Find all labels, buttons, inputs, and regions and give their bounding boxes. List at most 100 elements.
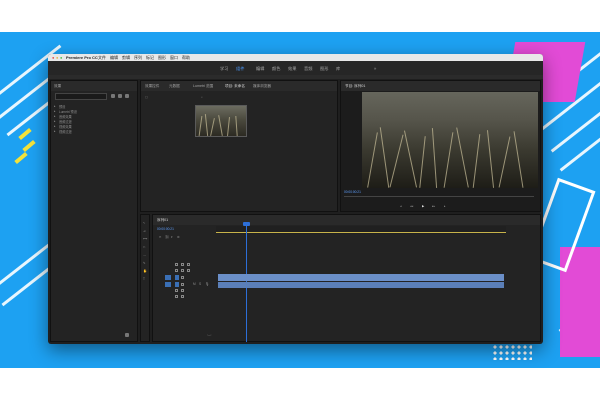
pen-tool-icon[interactable]: ✎ <box>143 261 146 265</box>
tools-panel: ↖ ⇥ ⟷ ✂ ↔ ✎ ✋ T <box>140 214 150 342</box>
voice-over-icon[interactable]: 🎙 <box>205 282 209 286</box>
folder-icon: ▸ <box>54 124 56 128</box>
project-panel-header: 效果控件 元数据 Lumetri 范围 项目: 未命名 媒体浏览器 <box>141 81 337 91</box>
tab-learn[interactable]: 学习 <box>220 66 228 72</box>
effects-panel-header: 效果 <box>51 81 137 91</box>
type-tool-icon[interactable]: T <box>143 277 145 281</box>
track-sync-icon[interactable] <box>187 263 190 266</box>
tab-effects[interactable]: 效果 <box>288 66 296 72</box>
tab-metadata[interactable]: 元数据 <box>169 84 180 89</box>
video-clip-v1[interactable] <box>218 274 504 281</box>
new-item-icon[interactable] <box>118 94 122 98</box>
hand-tool-icon[interactable]: ✋ <box>143 269 147 273</box>
tab-effect-controls[interactable]: 效果控件 <box>145 84 159 89</box>
timeline-settings-icon[interactable]: ⚙ <box>177 235 180 239</box>
playhead-handle[interactable] <box>243 222 250 226</box>
slip-tool-icon[interactable]: ↔ <box>143 253 146 257</box>
zoom-dot-icon[interactable]: ● <box>60 55 62 60</box>
tab-sequence[interactable]: 序列01 <box>157 218 168 223</box>
tab-libraries[interactable]: 库 <box>336 66 340 72</box>
track-target-icon[interactable] <box>175 263 178 266</box>
track-lock-icon[interactable] <box>181 276 184 279</box>
a1-source-patch[interactable] <box>165 282 171 287</box>
grass-blade-icon <box>367 132 378 188</box>
project-path-label: ▢ <box>145 95 149 99</box>
effects-search-input[interactable] <box>55 93 107 100</box>
linked-selection-icon[interactable]: ⛓ <box>165 235 169 239</box>
razor-tool-icon[interactable]: ✂ <box>143 245 146 249</box>
tab-editing[interactable]: 编辑 <box>256 66 264 72</box>
grass-blade-icon <box>379 127 390 188</box>
track-target-icon[interactable] <box>175 295 178 298</box>
grass-blade-icon <box>472 134 481 188</box>
grass-blade-icon <box>431 128 438 188</box>
track-lock-icon[interactable] <box>181 263 184 266</box>
step-back-icon[interactable]: ◂◂ <box>410 204 413 208</box>
panel-menu-icon[interactable] <box>125 333 129 337</box>
tab-program-monitor[interactable]: 节目: 序列01 <box>345 84 365 89</box>
close-dot-icon[interactable]: ● <box>52 55 54 60</box>
mark-out-icon[interactable]: ▸ <box>444 204 446 208</box>
effects-item-video-transitions[interactable]: 视频过渡 <box>59 129 72 134</box>
program-timecode[interactable]: 00:00:00:21 <box>344 190 361 194</box>
solo-s-icon[interactable]: S <box>199 282 201 286</box>
grass-blade-icon <box>389 134 404 188</box>
more-tabs-icon[interactable]: » <box>374 66 376 71</box>
program-video-frame[interactable] <box>362 92 538 188</box>
grass-blade-icon <box>443 132 454 188</box>
premiere-window: ● ● ● Premiere Pro CC 文件 编辑 剪辑 序列 标记 图形 … <box>48 54 543 344</box>
track-lock-icon[interactable] <box>181 295 184 298</box>
app-name[interactable]: Premiere Pro CC <box>66 55 98 60</box>
yellow-dash-decoration <box>18 127 32 141</box>
tab-graphics[interactable]: 图形 <box>320 66 328 72</box>
track-target-icon[interactable] <box>175 269 178 272</box>
media-clip-thumbnail[interactable] <box>195 105 247 137</box>
play-icon[interactable]: ▶ <box>422 204 424 208</box>
v1-target[interactable] <box>175 275 179 280</box>
tab-media-browser[interactable]: 媒体浏览器 <box>253 84 271 89</box>
grass-blade-icon <box>204 114 209 136</box>
track-lock-icon[interactable] <box>181 269 184 272</box>
tab-audio[interactable]: 音频 <box>304 66 312 72</box>
minimize-dot-icon[interactable]: ● <box>56 55 58 60</box>
tab-color[interactable]: 颜色 <box>272 66 280 72</box>
folder-icon: ▸ <box>54 114 56 118</box>
window-title-strip <box>48 75 543 79</box>
v1-source-patch[interactable] <box>165 275 171 280</box>
track-lock-icon[interactable] <box>181 283 184 286</box>
track-lock-icon[interactable] <box>181 289 184 292</box>
mute-m-icon[interactable]: M <box>193 282 196 286</box>
grass-blade-icon <box>486 130 495 188</box>
add-marker-icon[interactable]: ▾ <box>171 235 173 239</box>
a1-target[interactable] <box>175 282 179 287</box>
delete-icon[interactable] <box>125 94 129 98</box>
audio-clip-a1[interactable] <box>218 282 504 288</box>
grass-blade-icon <box>513 131 524 188</box>
snap-icon[interactable]: ⊓ <box>159 235 162 239</box>
track-select-tool-icon[interactable]: ⇥ <box>143 229 146 233</box>
track-target-icon[interactable] <box>175 289 178 292</box>
ripple-edit-tool-icon[interactable]: ⟷ <box>143 237 148 241</box>
new-bin-icon[interactable] <box>111 94 115 98</box>
grass-blade-icon <box>235 115 238 136</box>
work-area-bar[interactable] <box>216 232 506 233</box>
step-forward-icon[interactable]: ▸▸ <box>432 204 435 208</box>
effects-panel-tab[interactable]: 效果 <box>54 84 61 89</box>
grass-blade-icon <box>227 116 230 136</box>
workspace-tabs: 学习 组件 编辑 颜色 效果 音频 图形 库 » <box>48 61 543 75</box>
program-scrub-bar[interactable] <box>344 196 534 197</box>
grass-blade-icon <box>218 115 223 136</box>
tab-project[interactable]: 项目: 未命名 <box>225 84 245 89</box>
project-search-icon[interactable]: ⌕ <box>201 95 203 99</box>
tab-assembly[interactable]: 组件 <box>236 66 244 72</box>
track-sync-icon[interactable] <box>187 269 190 272</box>
timeline-timecode[interactable]: 00:00:00:21 <box>157 227 174 231</box>
selection-tool-icon[interactable]: ↖ <box>143 221 146 225</box>
track-zoom-slider-icon[interactable]: ◦─◦ <box>207 333 212 337</box>
grass-blade-icon <box>498 136 511 188</box>
mark-in-icon[interactable]: ◂ <box>400 204 402 208</box>
grass-blade-icon <box>419 136 426 188</box>
folder-icon: ▸ <box>54 109 56 113</box>
folder-icon: ▸ <box>54 129 56 133</box>
tab-lumetri-scopes[interactable]: Lumetri 范围 <box>193 84 213 89</box>
